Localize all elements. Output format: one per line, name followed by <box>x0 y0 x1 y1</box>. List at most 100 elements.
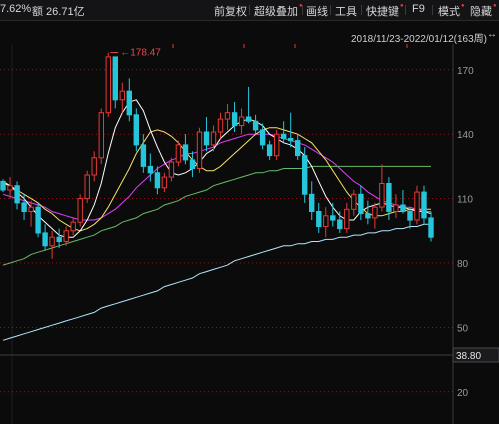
candle-body <box>105 56 111 114</box>
candle-body <box>126 90 132 116</box>
candle-body <box>91 157 97 176</box>
candle-body <box>182 144 189 161</box>
candle-body <box>295 140 301 157</box>
toolbar-divider <box>361 5 362 15</box>
candle-body <box>238 116 245 127</box>
candle-body <box>42 232 48 247</box>
candle-body <box>84 174 90 200</box>
candle-body <box>365 213 371 219</box>
candle-body <box>288 138 294 142</box>
candle-body <box>330 215 336 221</box>
candle-body <box>407 211 413 221</box>
candle-body <box>259 129 266 146</box>
candle-body <box>316 211 322 227</box>
change-percent: 7.62% <box>0 3 32 15</box>
y-tick-label: 170 <box>457 66 474 77</box>
candle-body <box>189 159 196 170</box>
notification-dot-icon: ● <box>461 3 465 9</box>
candle-body <box>168 161 175 178</box>
kline-chart[interactable]: 170 140 110 80 50 20 ←178.47 38.80 <box>0 44 499 424</box>
draw-line-button[interactable]: 画线 <box>306 3 328 19</box>
resize-arrow-icon[interactable]: ↔ <box>487 29 497 40</box>
candle-body <box>21 202 27 212</box>
candle-body <box>161 176 168 189</box>
tools-label: 工具 <box>335 6 357 18</box>
candle-body <box>252 120 259 131</box>
notification-dot-icon: ● <box>400 3 404 9</box>
candle-body <box>372 206 378 219</box>
candle-body <box>217 118 224 133</box>
candle-body <box>196 131 203 169</box>
candle-body <box>351 193 357 210</box>
candle-body <box>14 185 20 204</box>
adjust-price-button[interactable]: 前复权 <box>214 3 247 19</box>
candle-body <box>56 236 62 242</box>
candle-body <box>421 191 427 219</box>
candle-body <box>302 155 308 195</box>
candle-body <box>281 133 287 139</box>
candle-body <box>245 116 252 122</box>
f9-label: F9 <box>412 3 425 15</box>
candle-body <box>140 144 147 167</box>
toolbar-divider <box>249 5 250 15</box>
y-tick-label: 80 <box>457 259 469 270</box>
candle-body <box>203 131 210 146</box>
candle-body <box>224 112 231 120</box>
candle-body <box>28 206 34 212</box>
candle-body <box>147 165 154 174</box>
y-tick-label: 110 <box>457 195 473 206</box>
hide-label: 隐藏 <box>470 6 492 18</box>
candle-body <box>133 114 140 146</box>
toolbar-divider <box>330 5 331 15</box>
shortcut-keys-label: 快捷键 <box>366 6 399 18</box>
candle-body <box>98 112 104 159</box>
candle-body <box>210 131 217 146</box>
ma20-line <box>2 133 431 221</box>
candle-body <box>70 221 76 232</box>
shortcut-keys-button[interactable]: 快捷键● <box>366 3 404 19</box>
current-price-label: 38.80 <box>456 351 481 362</box>
candle-body <box>35 206 41 234</box>
f9-button[interactable]: F9 <box>412 3 425 15</box>
turnover-amount: 额 26.71亿 <box>32 6 85 18</box>
mode-label: 模式 <box>438 6 460 18</box>
y-tick-label: 140 <box>457 130 474 141</box>
toolbar-divider <box>302 5 303 15</box>
candle-body <box>414 191 420 221</box>
candle-body <box>386 183 392 212</box>
candle-body <box>309 193 315 213</box>
hide-button[interactable]: 隐藏● <box>470 3 497 19</box>
notification-dot-icon: ● <box>493 3 497 9</box>
date-range-text[interactable]: 2018/11/23-2022/01/12(163周) <box>351 30 487 45</box>
toolbar: 7.62% 额 26.71亿 前复权 超级叠加● 画线 工具 快捷键● F9 模… <box>0 0 499 21</box>
toolbar-divider <box>432 5 433 15</box>
tools-button[interactable]: 工具 <box>335 3 357 19</box>
candle-body <box>77 198 83 223</box>
super-overlay-label: 超级叠加 <box>254 6 298 18</box>
candle-body <box>379 183 385 208</box>
candle-body <box>323 215 329 228</box>
max-price-label: ←178.47 <box>120 48 161 59</box>
candle-body <box>119 90 125 101</box>
candle-body <box>274 133 280 157</box>
candle-body <box>358 193 364 215</box>
candle-body <box>344 208 350 230</box>
candle-body <box>231 112 238 127</box>
candle-body <box>0 180 6 191</box>
y-tick-label: 50 <box>457 323 469 334</box>
candle-body <box>428 217 434 238</box>
super-overlay-button[interactable]: 超级叠加● <box>254 3 303 19</box>
date-range-bar: 2018/11/23-2022/01/12(163周) ↔ <box>0 29 499 45</box>
candle-body <box>400 204 406 212</box>
candle-body <box>112 56 118 101</box>
mode-button[interactable]: 模式● <box>438 3 465 19</box>
candle-body <box>266 144 273 157</box>
draw-line-label: 画线 <box>306 6 328 18</box>
adjust-price-label: 前复权 <box>214 6 247 18</box>
toolbar-divider <box>405 5 406 15</box>
candle-body <box>393 204 399 212</box>
candle-body <box>7 185 13 191</box>
candle-body <box>63 230 69 243</box>
candle-body <box>154 172 161 189</box>
candle-body <box>49 236 55 247</box>
